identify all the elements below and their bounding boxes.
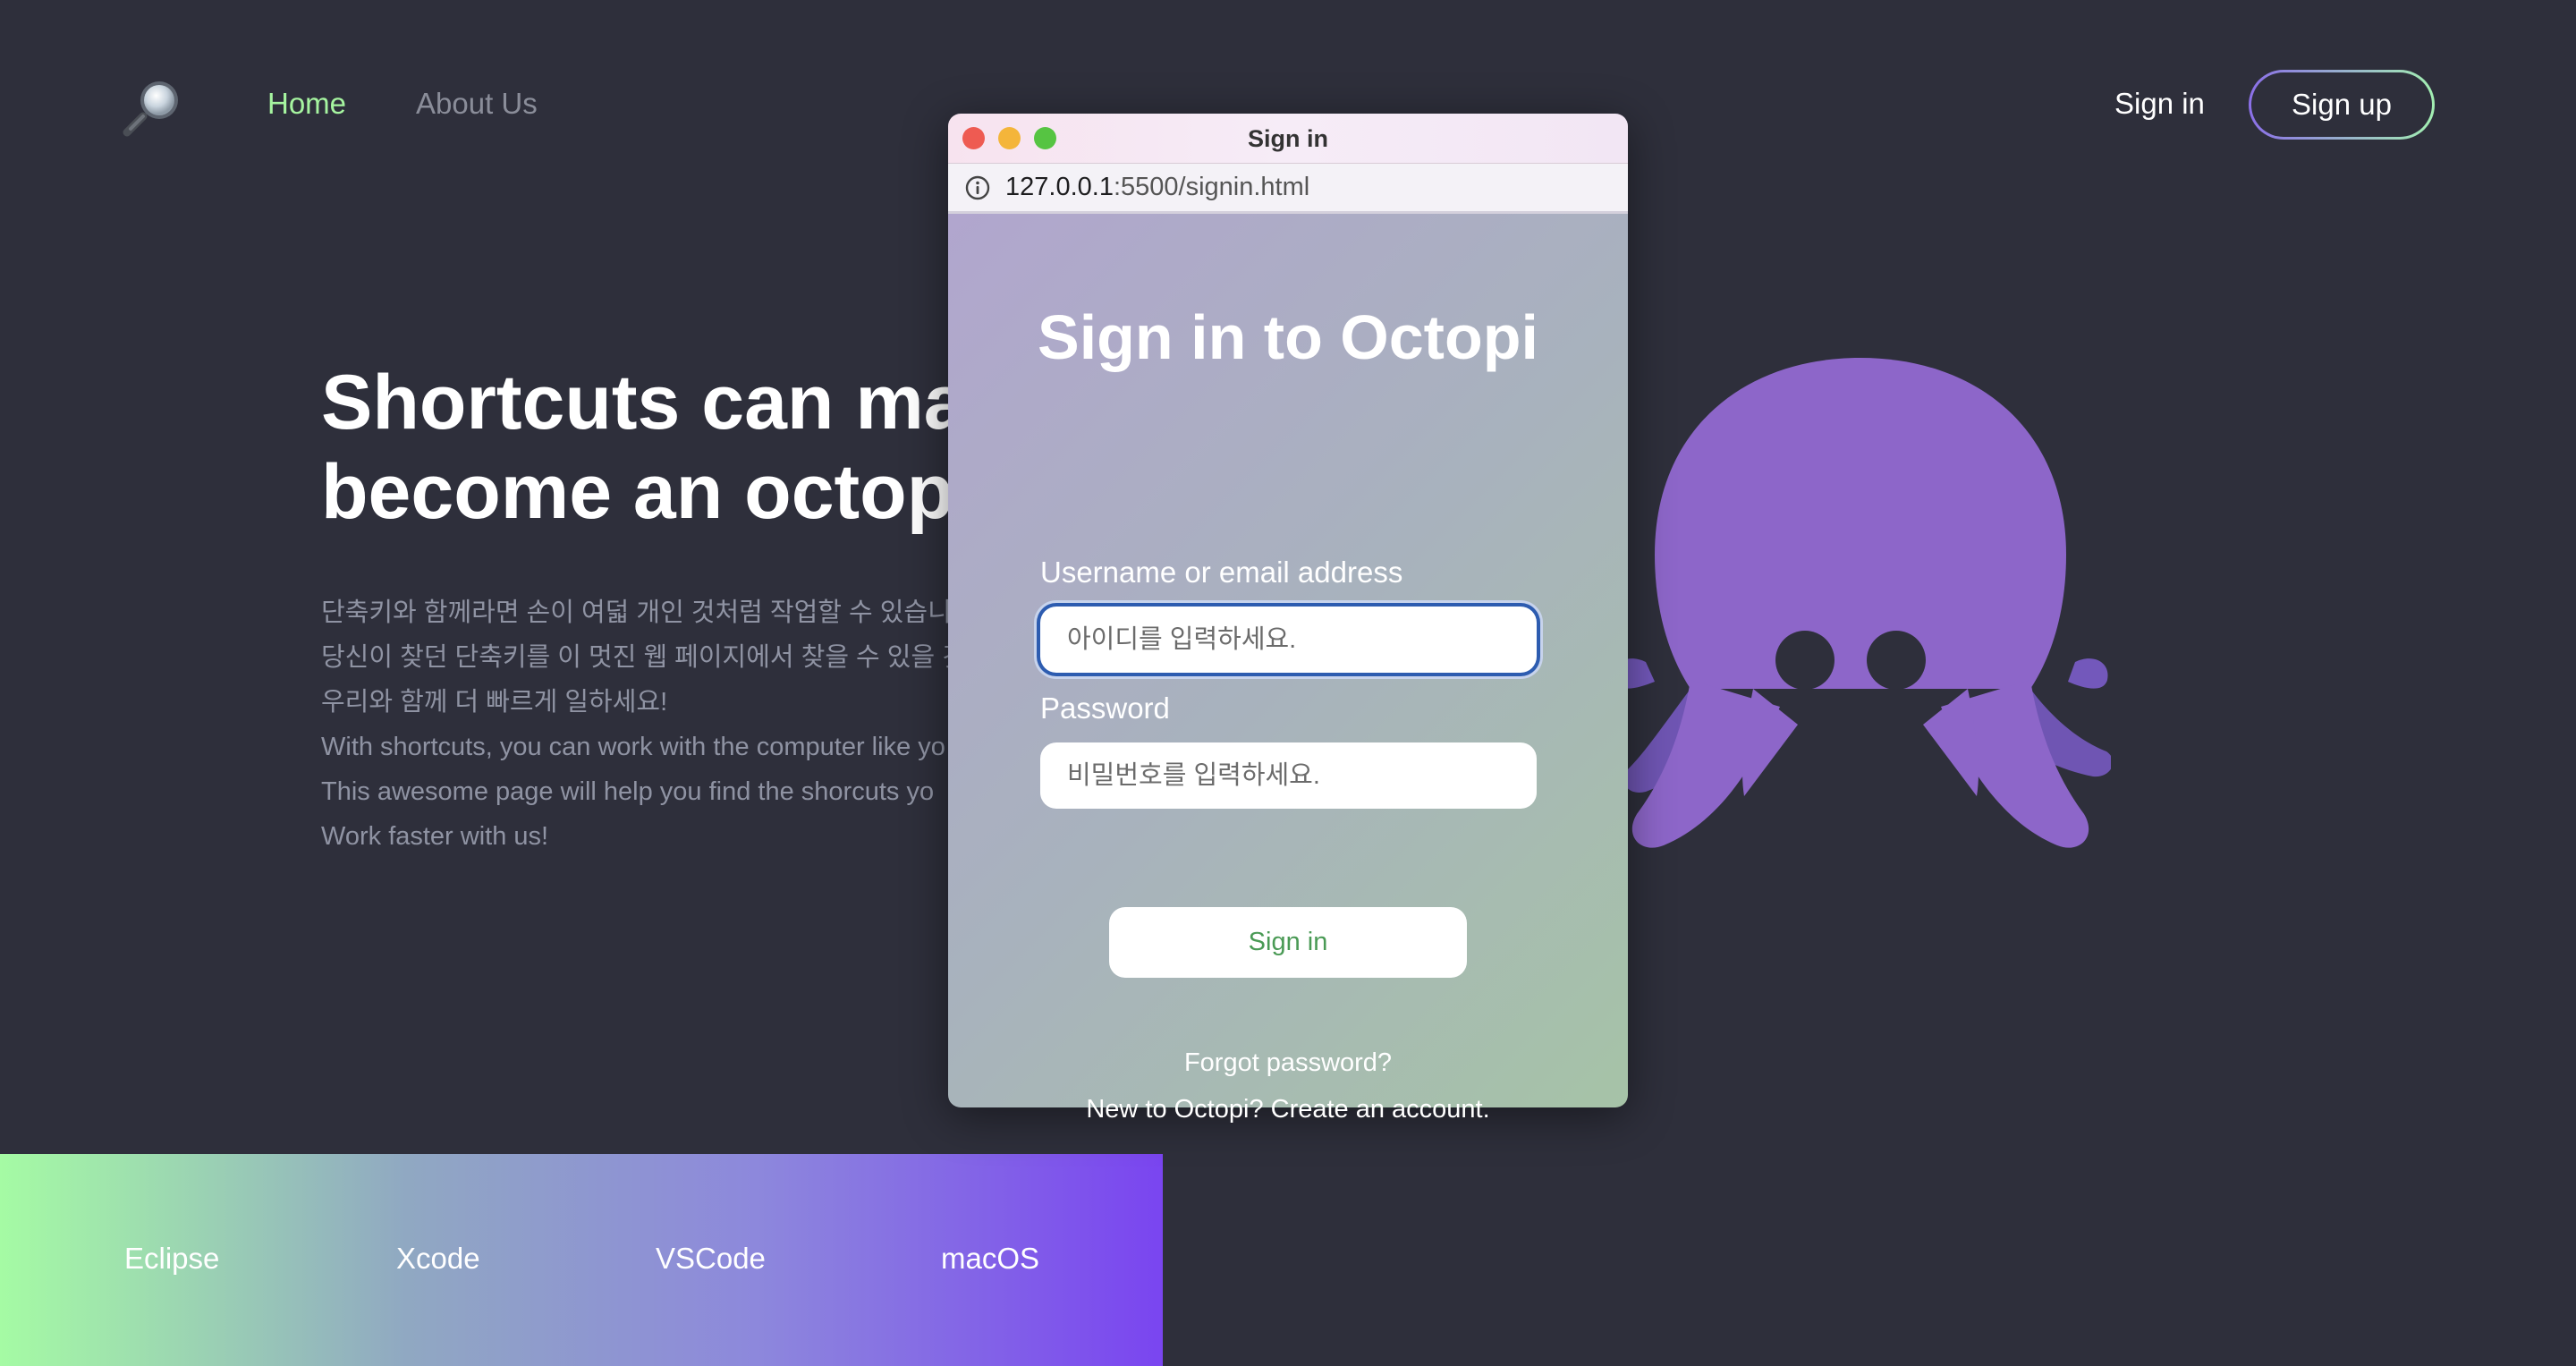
- category-vscode[interactable]: VSCode: [656, 1241, 766, 1277]
- password-input[interactable]: [1040, 742, 1537, 809]
- nav-home[interactable]: Home: [267, 86, 346, 122]
- signin-submit-button[interactable]: Sign in: [1109, 907, 1467, 978]
- octopus-illustration: [1614, 358, 2111, 848]
- header-signup-button[interactable]: Sign up: [2249, 70, 2435, 140]
- forgot-password-link[interactable]: Forgot password?: [948, 1048, 1628, 1078]
- signup-button-label: Sign up: [2251, 72, 2432, 137]
- category-xcode[interactable]: Xcode: [396, 1241, 480, 1277]
- header-signin-link[interactable]: Sign in: [2114, 86, 2205, 122]
- username-input[interactable]: [1040, 607, 1537, 673]
- username-label: Username or email address: [1040, 556, 1403, 589]
- nav-about-us[interactable]: About Us: [416, 86, 538, 122]
- magnifying-glass-logo-icon[interactable]: [122, 77, 182, 138]
- create-account-link[interactable]: New to Octopi? Create an account.: [948, 1095, 1628, 1124]
- category-macos[interactable]: macOS: [941, 1241, 1039, 1277]
- password-label: Password: [1040, 691, 1170, 725]
- category-eclipse[interactable]: Eclipse: [124, 1241, 219, 1277]
- editor-category-bar: Eclipse Xcode VSCode macOS: [0, 1154, 1163, 1366]
- signin-form: Sign in to Octopi Username or email addr…: [948, 114, 1628, 1124]
- form-heading: Sign in to Octopi: [1038, 302, 1538, 372]
